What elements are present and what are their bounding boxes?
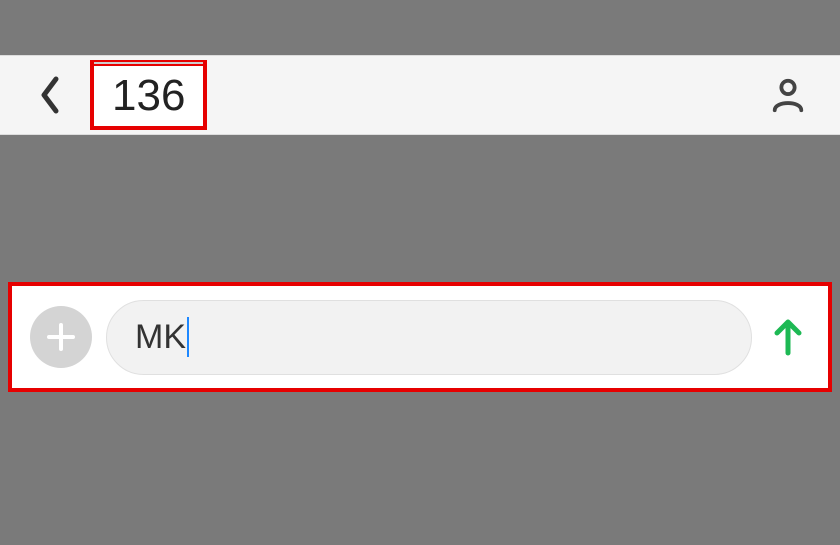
message-input-container[interactable]: MK — [106, 300, 752, 375]
back-button[interactable] — [30, 75, 70, 115]
message-input[interactable]: MK — [135, 317, 189, 357]
conversation-title-highlight: 136 — [90, 60, 207, 130]
back-chevron-icon — [37, 75, 63, 115]
attach-button[interactable] — [30, 306, 92, 368]
text-cursor — [187, 317, 189, 357]
arrow-up-icon — [771, 317, 805, 357]
message-input-value: MK — [135, 318, 186, 357]
profile-button[interactable] — [766, 73, 810, 117]
conversation-title: 136 — [112, 71, 185, 121]
person-icon — [769, 76, 807, 114]
send-button[interactable] — [766, 315, 810, 359]
plus-icon — [44, 320, 78, 354]
compose-bar-highlight: MK — [8, 282, 832, 392]
header-bar: 136 — [0, 55, 840, 135]
